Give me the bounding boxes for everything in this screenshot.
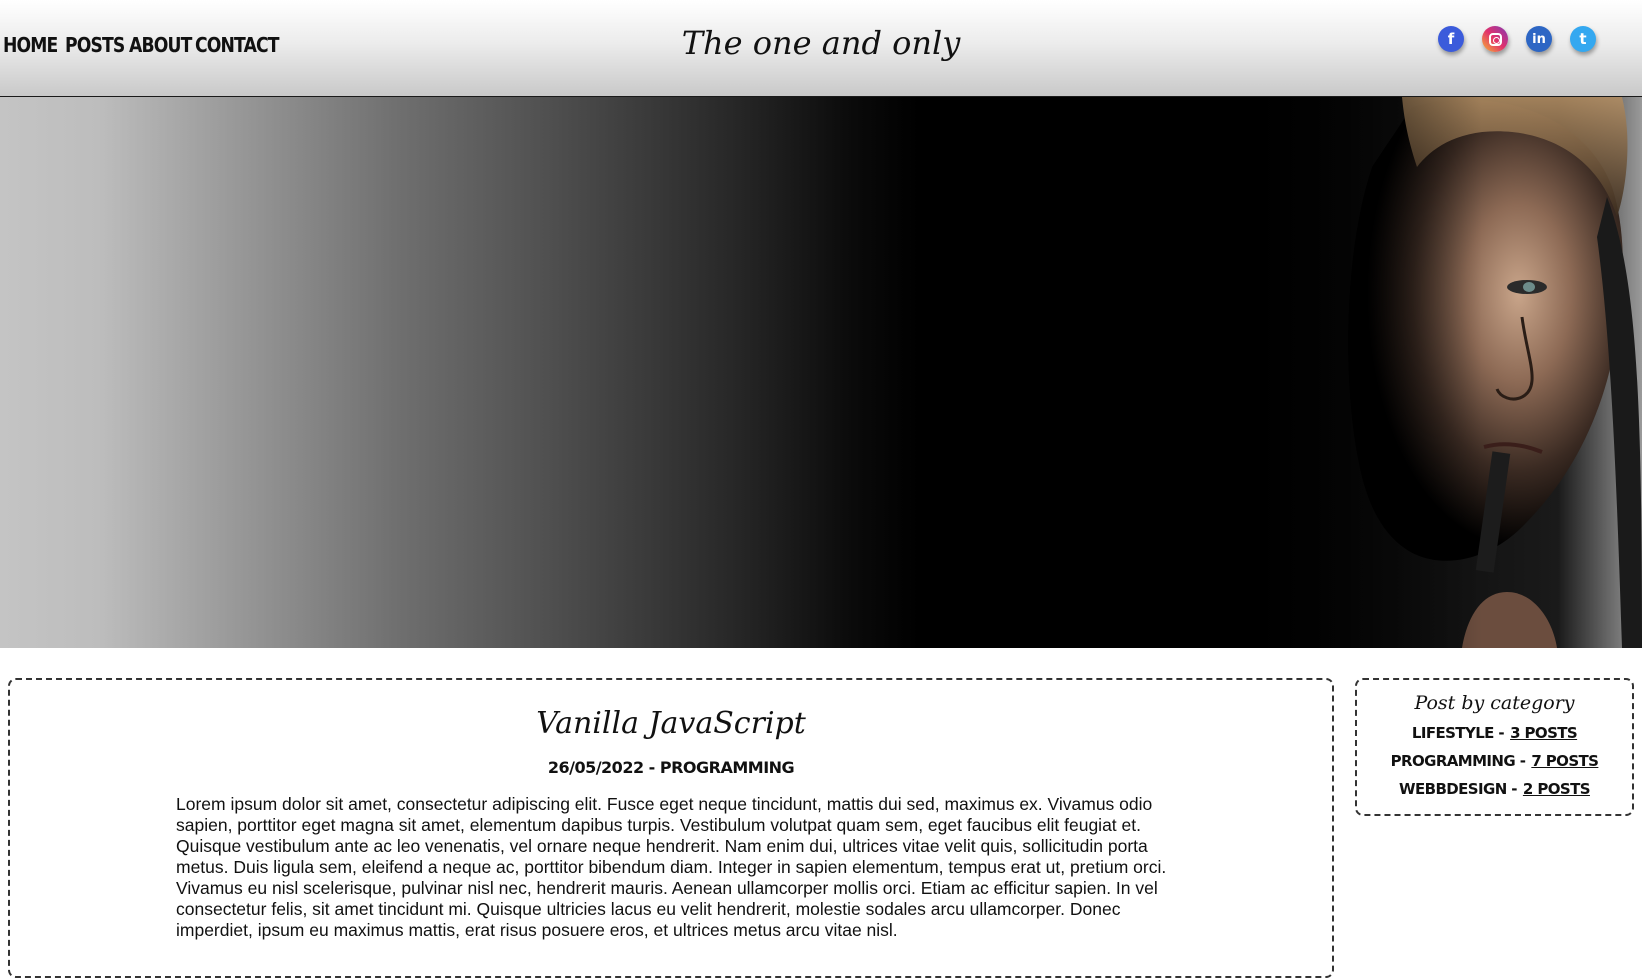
category-name: LIFESTYLE - — [1411, 724, 1505, 742]
post-card: Vanilla JavaScript 26/05/2022 - PROGRAMM… — [8, 678, 1334, 978]
facebook-icon[interactable]: f — [1438, 26, 1464, 52]
category-row-webbdesign: WEBBDESIGN - 2 POSTS — [1357, 780, 1632, 808]
hero-banner — [0, 97, 1642, 648]
site-brand-title: The one and only — [681, 24, 961, 62]
category-count-link[interactable]: 2 POSTS — [1523, 780, 1591, 798]
category-name: PROGRAMMING - — [1390, 752, 1526, 770]
category-sidebar: Post by category LIFESTYLE - 3 POSTS PRO… — [1355, 678, 1634, 816]
social-links: f in t — [1438, 26, 1596, 52]
instagram-glyph — [1488, 32, 1502, 46]
site-header: HOME POSTS ABOUT CONTACT The one and onl… — [0, 0, 1642, 97]
post-meta: 26/05/2022 - PROGRAMMING — [547, 758, 795, 777]
instagram-icon[interactable] — [1482, 26, 1508, 52]
sidebar-title: Post by category — [1414, 692, 1575, 714]
category-count-link[interactable]: 7 POSTS — [1531, 752, 1599, 770]
twitter-icon[interactable]: t — [1570, 26, 1596, 52]
post-body-text: Lorem ipsum dolor sit amet, consectetur … — [176, 794, 1167, 940]
linkedin-icon[interactable]: in — [1526, 26, 1552, 52]
hero-portrait-image — [1222, 97, 1642, 648]
category-name: WEBBDESIGN - — [1399, 780, 1517, 798]
category-list: LIFESTYLE - 3 POSTS PROGRAMMING - 7 POST… — [1357, 724, 1632, 808]
category-row-lifestyle: LIFESTYLE - 3 POSTS — [1357, 724, 1632, 752]
category-count-link[interactable]: 3 POSTS — [1510, 724, 1578, 742]
category-row-programming: PROGRAMMING - 7 POSTS — [1357, 752, 1632, 780]
post-title[interactable]: Vanilla JavaScript — [10, 706, 1332, 741]
